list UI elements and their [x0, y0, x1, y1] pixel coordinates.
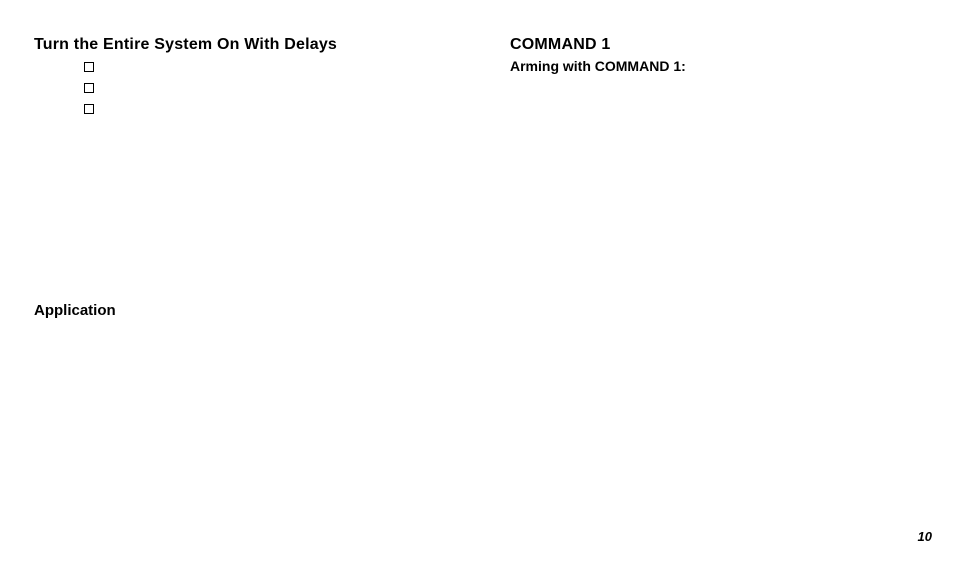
- section-title-left: Turn the Entire System On With Delays: [34, 36, 464, 54]
- right-column: COMMAND 1 Arming with COMMAND 1:: [510, 36, 910, 74]
- checkbox-icon: [84, 104, 94, 114]
- application-heading: Application: [34, 302, 116, 319]
- command-heading: COMMAND 1: [510, 36, 910, 54]
- checkbox-icon: [84, 83, 94, 93]
- page-number: 10: [918, 529, 932, 544]
- left-column: Turn the Entire System On With Delays: [34, 36, 464, 125]
- checkbox-list: [84, 62, 464, 114]
- command-subheading: Arming with COMMAND 1:: [510, 58, 910, 74]
- checkbox-icon: [84, 62, 94, 72]
- document-page: Turn the Entire System On With Delays CO…: [0, 0, 954, 562]
